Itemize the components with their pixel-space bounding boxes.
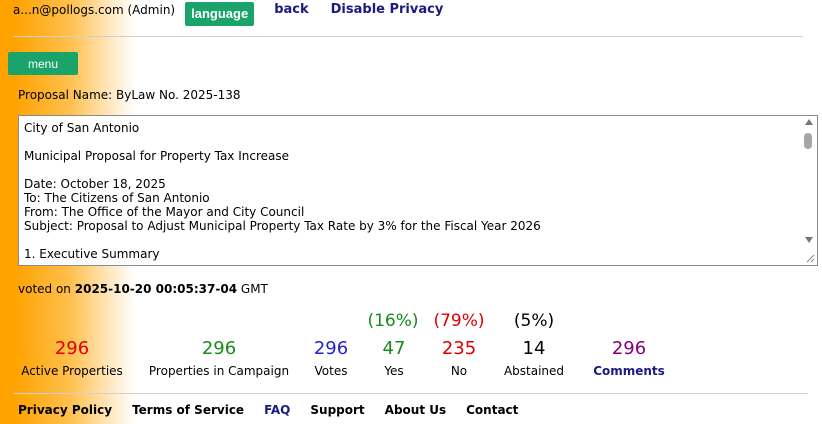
stat-properties-in-campaign: 296 Properties in Campaign [144, 338, 294, 378]
votes-label: Votes [314, 364, 348, 378]
abstained-percent: (5%) [513, 311, 555, 331]
yes-label: Yes [384, 364, 404, 378]
footer-divider [13, 393, 808, 394]
proposal-text: City of San Antonio Municipal Proposal f… [24, 121, 797, 261]
proposal-name-label: Proposal Name: [18, 88, 113, 102]
scrollbar[interactable] [801, 116, 817, 265]
scroll-thumb[interactable] [804, 133, 812, 149]
proposal-text-line: Subject: Proposal to Adjust Municipal Pr… [24, 219, 541, 233]
proposal-text-line: Municipal Proposal for Property Tax Incr… [24, 149, 290, 163]
proposal-text-line [24, 233, 797, 247]
stat-yes: 47 Yes [368, 338, 420, 378]
votes-value: 296 [313, 338, 349, 359]
active-properties-value: 296 [54, 338, 90, 359]
proposal-name: Proposal Name: ByLaw No. 2025-138 [18, 88, 241, 102]
proposal-text-line: 1. Executive Summary [24, 247, 160, 261]
proposal-text-line [24, 135, 797, 149]
no-percent: (79%) [433, 311, 485, 331]
language-button[interactable]: language [185, 2, 255, 26]
yes-value: 47 [382, 338, 406, 359]
proposal-text-line: To: The Citizens of San Antonio [24, 191, 210, 205]
abstained-label: Abstained [503, 364, 565, 378]
top-bar: a...n@pollogs.com (Admin) language back … [13, 2, 443, 26]
stat-active-properties: 296 Active Properties [14, 338, 130, 378]
resize-grip-icon[interactable] [805, 253, 815, 263]
stat-votes: 296 Votes [306, 338, 356, 378]
abstained-value: 14 [522, 338, 546, 359]
stat-no: 235 No [432, 338, 486, 378]
no-value: 235 [441, 338, 477, 359]
voted-timezone: GMT [240, 282, 268, 296]
voted-prefix: voted on [18, 282, 71, 296]
comments-value[interactable]: 296 [588, 338, 670, 360]
properties-in-campaign-label: Properties in Campaign [148, 364, 290, 378]
footer-nav: Privacy Policy Terms of Service FAQ Supp… [18, 403, 538, 417]
stat-comments[interactable]: 296 Comments [588, 338, 670, 378]
faq-link[interactable]: FAQ [264, 403, 290, 417]
voted-info: voted on 2025-10-20 00:05:37-04 GMT [18, 282, 268, 296]
header-divider [13, 36, 803, 37]
contact-link[interactable]: Contact [466, 403, 518, 417]
menu-button[interactable]: menu [8, 52, 78, 75]
terms-of-service-link[interactable]: Terms of Service [132, 403, 244, 417]
privacy-policy-link[interactable]: Privacy Policy [18, 403, 112, 417]
no-label: No [450, 364, 468, 378]
comments-link[interactable]: Comments [588, 364, 670, 378]
yes-percent: (16%) [367, 311, 419, 331]
about-us-link[interactable]: About Us [385, 403, 446, 417]
proposal-text-line [24, 163, 797, 177]
stat-abstained: 14 Abstained [500, 338, 568, 378]
voted-datetime: 2025-10-20 00:05:37-04 [74, 282, 238, 296]
scroll-down-icon[interactable] [805, 237, 813, 243]
proposal-text-line: From: The Office of the Mayor and City C… [24, 205, 305, 219]
scroll-up-icon[interactable] [805, 119, 813, 125]
user-account: a...n@pollogs.com (Admin) [13, 3, 176, 17]
disable-privacy-link[interactable]: Disable Privacy [331, 2, 444, 17]
proposal-text-area[interactable]: City of San Antonio Municipal Proposal f… [18, 115, 818, 266]
active-properties-label: Active Properties [21, 364, 123, 378]
proposal-name-value: ByLaw No. 2025-138 [116, 88, 241, 102]
support-link[interactable]: Support [310, 403, 364, 417]
back-link[interactable]: back [274, 2, 308, 17]
proposal-text-line: City of San Antonio [24, 121, 140, 135]
proposal-text-line: Date: October 18, 2025 [24, 177, 166, 191]
properties-in-campaign-value: 296 [201, 338, 237, 359]
